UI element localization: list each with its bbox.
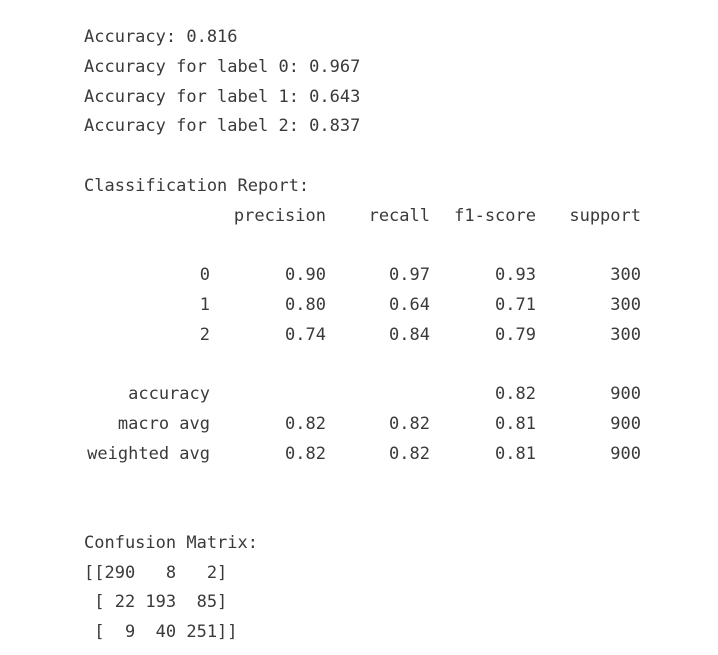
accuracy-line: Accuracy: 0.816 xyxy=(84,27,238,47)
cell-precision: 0.82 xyxy=(285,414,326,434)
accuracy-label0-line: Accuracy for label 0: 0.967 xyxy=(84,57,361,77)
cell-support: 300 xyxy=(610,265,641,285)
row-label: weighted avg xyxy=(87,444,210,464)
cell-precision: 0.90 xyxy=(285,265,326,285)
confusion-row: [ 9 40 251]] xyxy=(84,622,238,642)
cell-support: 300 xyxy=(610,295,641,315)
accuracy-label1-line: Accuracy for label 1: 0.643 xyxy=(84,87,361,107)
cell-recall: 0.64 xyxy=(389,295,430,315)
cell-precision: 0.80 xyxy=(285,295,326,315)
cell-precision: 0.74 xyxy=(285,325,326,345)
header-recall: recall xyxy=(368,206,430,226)
cell-support: 300 xyxy=(610,325,641,345)
row-label: accuracy xyxy=(128,384,210,404)
cell-f1: 0.93 xyxy=(495,265,536,285)
cell-f1: 0.79 xyxy=(495,325,536,345)
accuracy-label2-line: Accuracy for label 2: 0.837 xyxy=(84,116,361,136)
row-label: 0 xyxy=(199,265,210,285)
row-label: 2 xyxy=(199,325,210,345)
cell-precision: 0.82 xyxy=(285,444,326,464)
confusion-title: Confusion Matrix: xyxy=(84,533,258,553)
cell-support: 900 xyxy=(610,444,641,464)
header-precision: precision xyxy=(233,206,326,226)
header-f1-score: f1-score xyxy=(454,206,536,226)
cell-f1: 0.81 xyxy=(495,444,536,464)
report-title: Classification Report: xyxy=(84,176,310,196)
row-label: macro avg xyxy=(117,414,210,434)
confusion-row: [[290 8 2] xyxy=(84,563,228,583)
cell-recall: 0.82 xyxy=(389,414,430,434)
cell-recall: 0.97 xyxy=(389,265,430,285)
header-support: support xyxy=(569,206,641,226)
cell-f1: 0.71 xyxy=(495,295,536,315)
cell-f1: 0.81 xyxy=(495,414,536,434)
cell-recall: 0.84 xyxy=(389,325,430,345)
row-label: 1 xyxy=(199,295,210,315)
confusion-row: [ 22 193 85] xyxy=(84,592,228,612)
cell-recall: 0.82 xyxy=(389,444,430,464)
cell-support: 900 xyxy=(610,414,641,434)
cell-support: 900 xyxy=(610,384,641,404)
cell-f1: 0.82 xyxy=(495,384,536,404)
